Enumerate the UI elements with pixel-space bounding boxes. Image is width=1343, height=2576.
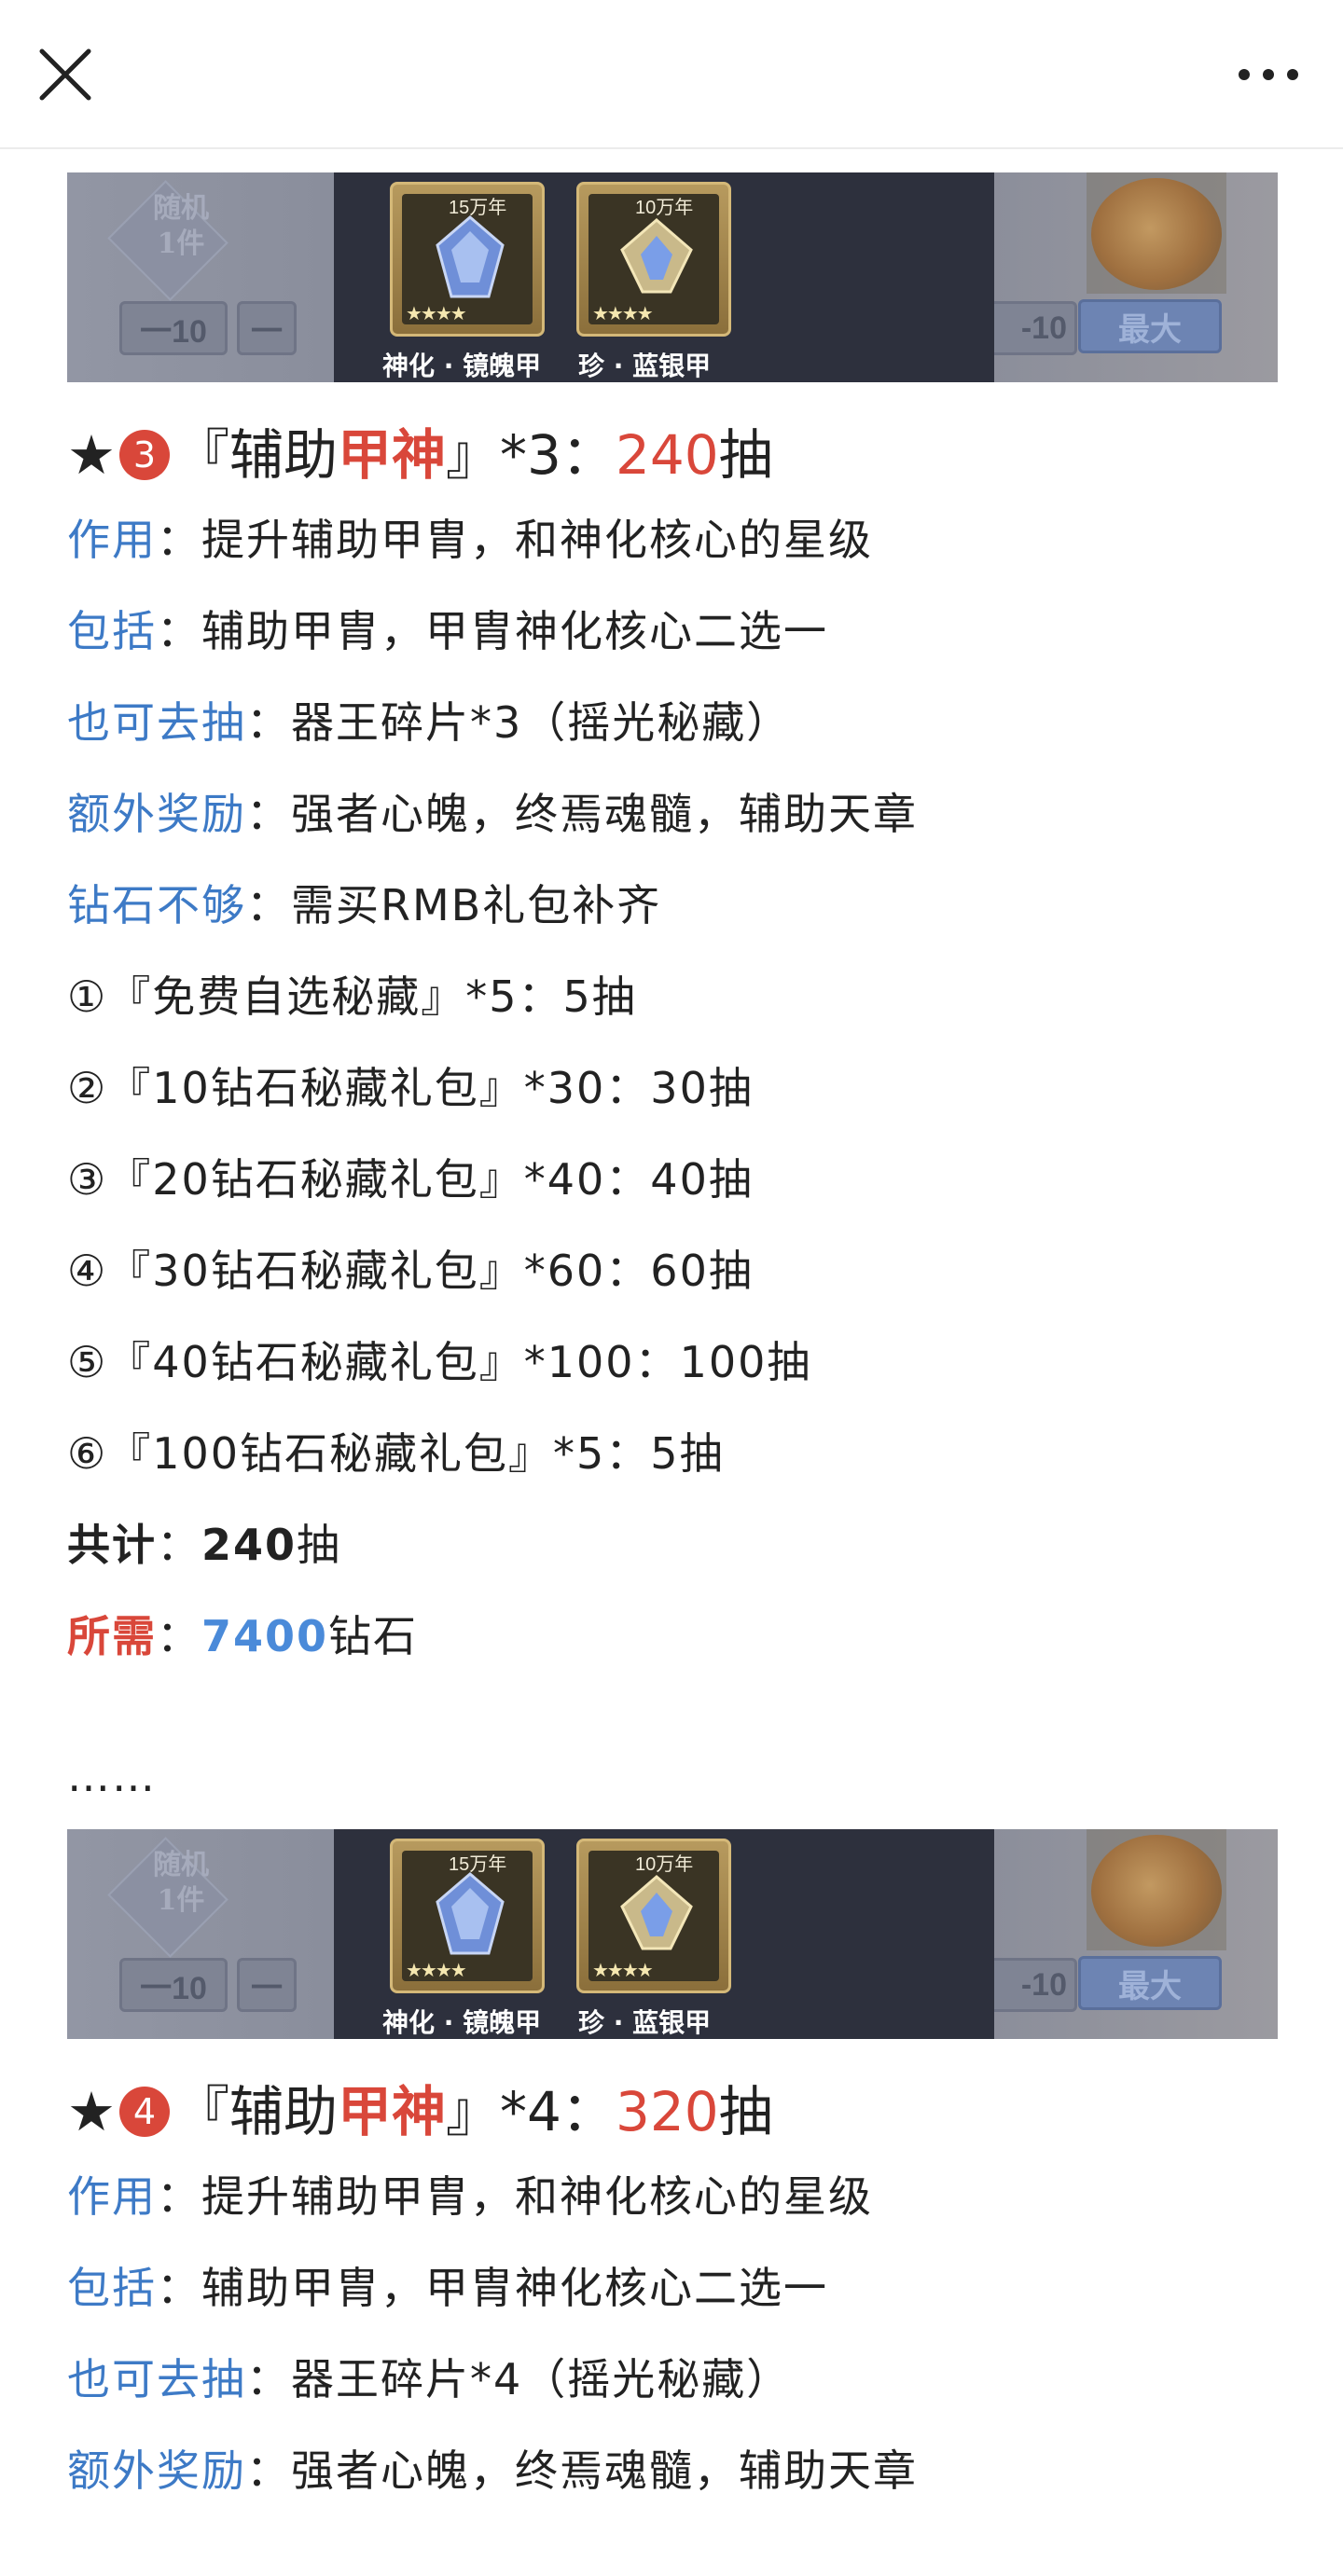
max-button: 最大 <box>1078 299 1222 353</box>
card-label: 珍 · 蓝银甲 <box>578 351 712 381</box>
section-number-badge: 3 <box>119 430 170 480</box>
card-stars: ★★★★ <box>406 1959 467 1981</box>
random-badge-text: 随机 1件 <box>153 192 209 260</box>
info-line: 额外奖励：强者心魄，终焉魂髓，辅助天章 <box>67 768 1280 860</box>
armor-card-1: 15万年 ★★★★ <box>390 1839 545 1993</box>
heading-suffix: 』*4： <box>446 2080 616 2143</box>
info-text: ：器王碎片*4（摇光秘藏） <box>246 2354 792 2404</box>
info-text: ：需买RMB礼包补齐 <box>246 880 662 930</box>
info-text: ：强者心魄，终焉魂髓，辅助天章 <box>246 2445 918 2496</box>
info-line: 也可去抽：器王碎片*4（摇光秘藏） <box>67 2334 1280 2425</box>
list-item: ③『20钻石秘藏礼包』*40：40抽 <box>67 1154 754 1205</box>
orb-icon <box>1091 178 1222 290</box>
armor-card-1: 15万年 ★★★★ <box>390 182 545 337</box>
close-icon <box>39 48 91 101</box>
info-label: 作用 <box>67 515 157 565</box>
info-line: 作用：提升辅助甲胄，和神化核心的星级 <box>67 2151 1280 2242</box>
random-badge-text: 随机 1件 <box>153 1849 209 1917</box>
heading-prefix: 『辅助 <box>175 423 339 487</box>
info-line: 也可去抽：器王碎片*3（摇光秘藏） <box>67 677 1280 768</box>
more-icon <box>1239 69 1298 80</box>
info-text: ：提升辅助甲胄，和神化核心的星级 <box>157 515 873 565</box>
card-stars: ★★★★ <box>406 302 467 324</box>
armor-card-2: 10万年 ★★★★ <box>576 182 731 337</box>
total-unit: 抽 <box>297 1520 342 1570</box>
info-text: ：辅助甲胄，甲胄神化核心二选一 <box>157 2263 828 2313</box>
card-label: 珍 · 蓝银甲 <box>578 2007 712 2038</box>
heading-highlight: 甲神 <box>338 423 447 487</box>
info-label: 作用 <box>67 2171 157 2222</box>
info-label: 额外奖励 <box>67 2445 246 2496</box>
info-label: 也可去抽 <box>67 2354 246 2404</box>
orb-icon <box>1091 1835 1222 1947</box>
banner-center-panel: 15万年 ★★★★ 10万年 ★★★★ 神化 · 镜魄甲 珍 · 蓝银甲 <box>334 172 994 382</box>
total-label: 共计 <box>67 1520 157 1570</box>
heading-suffix: 』*3： <box>446 423 616 487</box>
more-button[interactable] <box>1231 56 1306 93</box>
minus10-button: 一10 <box>119 1958 228 2012</box>
list-item: ⑥『100钻石秘藏礼包』*5：5抽 <box>67 1428 725 1479</box>
info-label: 包括 <box>67 606 157 656</box>
top-bar <box>0 0 1343 149</box>
card-stars: ★★★★ <box>592 1959 654 1981</box>
info-label: 钻石不够 <box>67 880 246 930</box>
max-button: 最大 <box>1078 1956 1222 2010</box>
plus10-button: -10 <box>994 1958 1077 2012</box>
game-screenshot-banner: 随机 1件 一10 一 15万年 ★★★★ 10万年 ★★★★ 神化 · 镜魄甲… <box>67 1829 1278 2039</box>
heading-highlight: 甲神 <box>338 2080 447 2143</box>
minus-button: 一 <box>237 1958 297 2012</box>
armor-icon <box>620 218 693 294</box>
minus-button: 一 <box>237 301 297 355</box>
heading-count: 320 <box>615 2080 719 2143</box>
info-text: ：器王碎片*3（摇光秘藏） <box>246 697 792 748</box>
total-value: 240 <box>201 1520 298 1570</box>
info-text: ：提升辅助甲胄，和神化核心的星级 <box>157 2171 873 2222</box>
armor-icon <box>620 1875 693 1950</box>
card-stars: ★★★★ <box>592 302 654 324</box>
card-label: 神化 · 镜魄甲 <box>382 351 542 381</box>
total-sep: ： <box>157 1520 201 1570</box>
info-line: 额外奖励：强者心魄，终焉魂髓，辅助天章 <box>67 2425 1280 2516</box>
info-label: 也可去抽 <box>67 697 246 748</box>
star-icon: ★ <box>67 2080 116 2143</box>
list-item: ②『10钻石秘藏礼包』*30：30抽 <box>67 1063 754 1113</box>
armor-icon <box>436 215 505 298</box>
section-number-badge: 4 <box>119 2087 170 2137</box>
star-icon: ★ <box>67 423 116 487</box>
info-text: ：辅助甲胄，甲胄神化核心二选一 <box>157 606 828 656</box>
minus10-button: 一10 <box>119 301 228 355</box>
need-value: 7400 <box>201 1611 329 1661</box>
armor-card-2: 10万年 ★★★★ <box>576 1839 731 1993</box>
section-heading: ★ 4 『辅助 甲神 』*4： 320 抽 <box>67 2074 1280 2149</box>
list-item: ⑤『40钻石秘藏礼包』*100：100抽 <box>67 1337 812 1387</box>
info-label: 额外奖励 <box>67 789 246 839</box>
info-line: 钻石不够：需买RMB礼包补齐 <box>67 860 1280 951</box>
list-item: ④『30钻石秘藏礼包』*60：60抽 <box>67 1246 754 1296</box>
heading-unit: 抽 <box>718 2080 773 2143</box>
need-unit: 钻石 <box>328 1611 419 1661</box>
info-line: 作用：提升辅助甲胄，和神化核心的星级 <box>67 494 1280 585</box>
total-line: 共计：240抽 <box>67 1499 1280 1591</box>
heading-count: 240 <box>615 423 719 487</box>
info-line: 包括：辅助甲胄，甲胄神化核心二选一 <box>67 2242 1280 2334</box>
card-label: 神化 · 镜魄甲 <box>382 2007 542 2038</box>
plus10-button: -10 <box>994 301 1077 355</box>
heading-unit: 抽 <box>718 423 773 487</box>
info-text: ：强者心魄，终焉魂髓，辅助天章 <box>246 789 918 839</box>
armor-icon <box>436 1872 505 1955</box>
need-sep: ： <box>157 1611 201 1661</box>
heading-prefix: 『辅助 <box>175 2080 339 2143</box>
info-line: 包括：辅助甲胄，甲胄神化核心二选一 <box>67 585 1280 677</box>
ellipsis: …… <box>67 1751 157 1801</box>
need-label: 所需 <box>67 1611 157 1661</box>
list-item: ①『免费自选秘藏』*5：5抽 <box>67 971 637 1022</box>
game-screenshot-banner: 随机 1件 一10 一 15万年 ★★★★ 10万年 ★★★★ 神化 · 镜魄甲… <box>67 172 1278 382</box>
section-heading: ★ 3 『辅助 甲神 』*3： 240 抽 <box>67 418 1280 492</box>
need-line: 所需：7400钻石 <box>67 1591 1280 1682</box>
banner-center-panel: 15万年 ★★★★ 10万年 ★★★★ 神化 · 镜魄甲 珍 · 蓝银甲 <box>334 1829 994 2039</box>
info-label: 包括 <box>67 2263 157 2313</box>
article-content: 随机 1件 一10 一 15万年 ★★★★ 10万年 ★★★★ 神化 · 镜魄甲… <box>67 172 1280 2516</box>
close-button[interactable] <box>37 47 93 103</box>
